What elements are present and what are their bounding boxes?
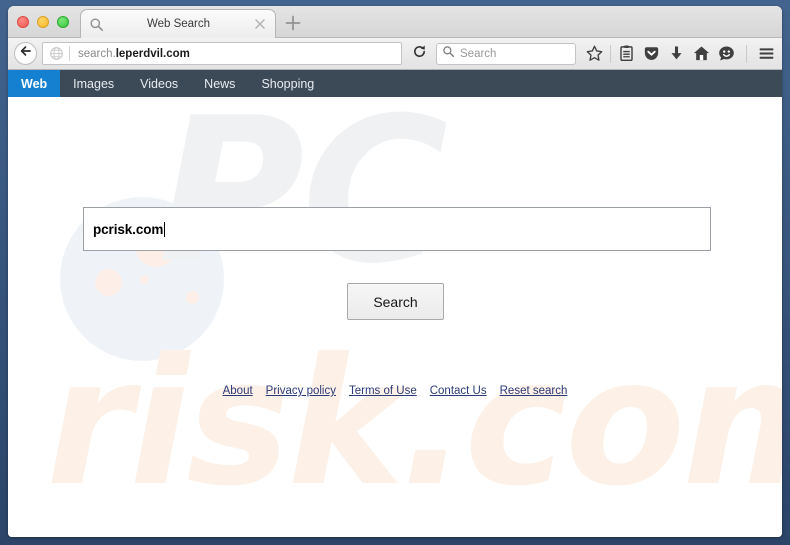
reader-list-icon[interactable]: [617, 44, 636, 63]
nav-label: News: [204, 76, 236, 91]
nav-label: Web: [21, 76, 48, 91]
feedback-smiley-icon[interactable]: [717, 44, 736, 63]
window-controls: [17, 16, 69, 28]
hamburger-menu-icon[interactable]: [757, 44, 776, 63]
minimize-window-button[interactable]: [37, 16, 49, 28]
footer-link-privacy-policy[interactable]: Privacy policy: [266, 385, 336, 397]
toolbar-search-box[interactable]: Search: [436, 42, 576, 65]
nav-item-shopping[interactable]: Shopping: [248, 70, 327, 97]
footer-link-reset-search[interactable]: Reset search: [500, 385, 568, 397]
nav-label: Images: [73, 76, 115, 91]
globe-icon: [49, 46, 64, 61]
browser-toolbar: search.leperdvil.com Search: [8, 38, 782, 70]
toolbar-separator-2: [746, 44, 747, 63]
nav-item-news[interactable]: News: [191, 70, 248, 97]
watermark-dot: [140, 275, 149, 284]
toolbar-separator: [610, 44, 611, 63]
home-icon[interactable]: [692, 44, 711, 63]
nav-item-images[interactable]: Images: [60, 70, 127, 97]
footer-link-terms-of-use[interactable]: Terms of Use: [349, 385, 417, 397]
footer-link-contact-us[interactable]: Contact Us: [430, 385, 487, 397]
back-arrow-icon: [19, 44, 33, 63]
pocket-icon[interactable]: [642, 44, 661, 63]
nav-item-web[interactable]: Web: [8, 70, 61, 97]
new-tab-button[interactable]: [284, 14, 302, 32]
address-bar[interactable]: search.leperdvil.com: [42, 42, 402, 65]
watermark-dot: [186, 291, 199, 304]
browser-screenshot: Web Search search.leperdvil.com Search W…: [0, 0, 790, 545]
search-icon: [442, 45, 455, 63]
downloads-icon[interactable]: [667, 44, 686, 63]
footer-link-list: About Privacy policy Terms of Use Contac…: [8, 385, 782, 397]
site-category-nav: Web Images Videos News Shopping: [8, 70, 782, 97]
bookmark-star-icon[interactable]: [585, 44, 604, 63]
nav-label: Videos: [140, 76, 179, 91]
magnifier-icon: [89, 17, 104, 32]
search-query-input[interactable]: pcrisk.com: [83, 207, 711, 251]
tab-title: Web Search: [146, 18, 211, 30]
toolbar-search-placeholder: Search: [460, 47, 497, 60]
watermark-dot: [95, 269, 122, 296]
text-caret: [164, 221, 166, 237]
nav-item-videos[interactable]: Videos: [127, 70, 191, 97]
toolbar-icon-group: [581, 44, 776, 63]
browser-window: Web Search search.leperdvil.com Search W…: [8, 6, 782, 537]
url-prefix: search.: [78, 47, 116, 60]
close-window-button[interactable]: [17, 16, 29, 28]
footer-link-about[interactable]: About: [223, 385, 253, 397]
back-button[interactable]: [14, 42, 37, 65]
url-domain: leperdvil.com: [115, 47, 190, 60]
tab-bar: Web Search: [8, 6, 782, 38]
close-icon[interactable]: [253, 17, 267, 31]
search-query-value: pcrisk.com: [93, 221, 164, 237]
zoom-window-button[interactable]: [57, 16, 69, 28]
search-submit-button[interactable]: Search: [347, 283, 444, 320]
reload-icon: [412, 44, 427, 64]
page-content: PC risk.com pcrisk.com Search About Priv…: [8, 97, 782, 537]
nav-label: Shopping: [261, 76, 315, 91]
watermark-text-pc: PC: [158, 97, 448, 308]
address-bar-url: search.leperdvil.com: [70, 48, 190, 60]
browser-tab-web-search[interactable]: Web Search: [80, 9, 276, 38]
watermark-text-risk: risk.com: [46, 322, 782, 525]
reload-button[interactable]: [407, 42, 431, 65]
